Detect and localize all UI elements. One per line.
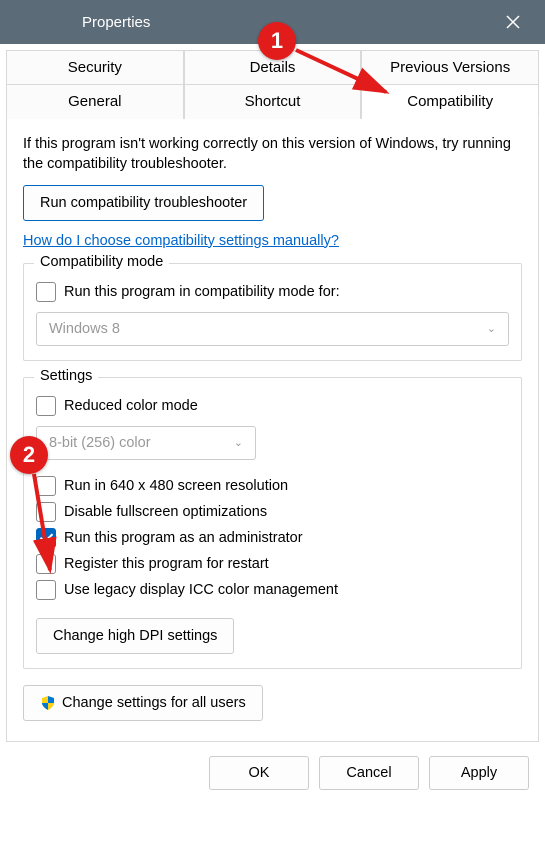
tab-security[interactable]: Security: [6, 50, 184, 84]
change-all-users-button[interactable]: Change settings for all users: [23, 685, 263, 721]
apply-button[interactable]: Apply: [429, 756, 529, 790]
compat-mode-legend: Compatibility mode: [34, 254, 169, 270]
close-button[interactable]: [493, 2, 533, 42]
run-troubleshooter-button[interactable]: Run compatibility troubleshooter: [23, 185, 264, 221]
tab-previous-versions[interactable]: Previous Versions: [361, 50, 539, 84]
compat-mode-select-value: Windows 8: [49, 321, 120, 337]
tab-shortcut[interactable]: Shortcut: [184, 84, 362, 119]
compat-mode-checkbox[interactable]: [36, 282, 56, 302]
chevron-down-icon: ⌄: [487, 322, 496, 335]
run-640x480-checkbox[interactable]: [36, 476, 56, 496]
intro-text: If this program isn't working correctly …: [23, 134, 522, 175]
register-restart-checkbox[interactable]: [36, 554, 56, 574]
tab-strip: Security Details Previous Versions Gener…: [6, 50, 539, 119]
compat-mode-select: Windows 8 ⌄: [36, 312, 509, 346]
help-link[interactable]: How do I choose compatibility settings m…: [23, 233, 339, 249]
run-as-admin-label: Run this program as an administrator: [64, 530, 303, 546]
shield-icon: [40, 695, 56, 711]
disable-fullscreen-checkbox[interactable]: [36, 502, 56, 522]
run-as-admin-checkbox[interactable]: [36, 528, 56, 548]
legacy-icc-checkbox[interactable]: [36, 580, 56, 600]
annotation-badge-2: 2: [10, 436, 48, 474]
close-icon: [505, 14, 521, 30]
compat-mode-label: Run this program in compatibility mode f…: [64, 284, 340, 300]
tab-general[interactable]: General: [6, 84, 184, 119]
color-mode-select: 8-bit (256) color ⌄: [36, 426, 256, 460]
ok-button[interactable]: OK: [209, 756, 309, 790]
reduced-color-checkbox[interactable]: [36, 396, 56, 416]
chevron-down-icon: ⌄: [234, 436, 243, 449]
reduced-color-label: Reduced color mode: [64, 398, 198, 414]
high-dpi-button[interactable]: Change high DPI settings: [36, 618, 234, 654]
compatibility-mode-group: Compatibility mode Run this program in c…: [23, 263, 522, 361]
settings-legend: Settings: [34, 368, 98, 384]
color-mode-select-value: 8-bit (256) color: [49, 435, 151, 451]
disable-fullscreen-label: Disable fullscreen optimizations: [64, 504, 267, 520]
tab-compatibility[interactable]: Compatibility: [361, 84, 539, 119]
run-640x480-label: Run in 640 x 480 screen resolution: [64, 478, 288, 494]
window-title: Properties: [82, 14, 150, 31]
settings-group: Settings Reduced color mode 8-bit (256) …: [23, 377, 522, 669]
annotation-badge-1: 1: [258, 22, 296, 60]
legacy-icc-label: Use legacy display ICC color management: [64, 582, 338, 598]
tab-pane-compatibility: If this program isn't working correctly …: [6, 118, 539, 742]
dialog-button-bar: OK Cancel Apply: [6, 742, 539, 800]
register-restart-label: Register this program for restart: [64, 556, 269, 572]
cancel-button[interactable]: Cancel: [319, 756, 419, 790]
change-all-users-label: Change settings for all users: [62, 695, 246, 711]
